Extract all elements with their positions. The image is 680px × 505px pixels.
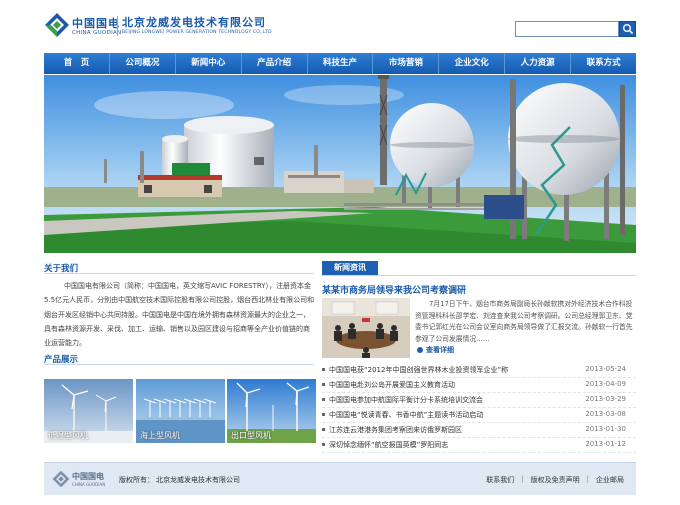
square-bullet-icon: [322, 428, 325, 431]
logo-text-en: CHINA GUODIAN: [72, 30, 122, 36]
footer-link-contact[interactable]: 联系我们: [486, 475, 514, 485]
nav-company-overview[interactable]: 公司概况: [110, 53, 176, 74]
news-item-title[interactable]: 中国国电获“2012年中国创强世界林木业投资领军企业”称: [329, 365, 508, 375]
news-item-title[interactable]: 中国国电赴刘公岛开展爱国主义教育活动: [329, 380, 455, 390]
about-text: 中国国电有限公司（简称：中国国电，英文缩写AVIC FORESTRY），注册资本…: [44, 282, 315, 348]
products-divider: [44, 364, 314, 365]
logo-divider: [117, 16, 118, 36]
guodian-logo-icon[interactable]: [44, 12, 70, 38]
product-card-export[interactable]: 出口型风机: [227, 379, 316, 443]
news-item-date: 2013-01-12: [585, 440, 626, 448]
product-caption: 海上型风机: [140, 431, 180, 440]
search-input[interactable]: [515, 21, 619, 37]
news-headline-link[interactable]: 某某市商务局领导来我公司考察调研: [322, 283, 466, 296]
news-item-date: 2013-05-24: [585, 365, 626, 373]
news-thumbnail[interactable]: [322, 298, 410, 358]
news-list-item[interactable]: 江苏连云港港务集团考察团来访俄罗斯园区 2013-01-30: [322, 423, 636, 438]
footer-links: 联系我们 | 版权及免责声明 | 企业邮局: [486, 475, 624, 485]
news-item-date: 2013-01-30: [585, 425, 626, 433]
footer-logo-text-cn: 中国国电: [72, 472, 104, 481]
company-name-en: BEIJING LONGWEI POWER GENERATION TECHNOL…: [122, 30, 272, 35]
copyright-owner: 北京龙威发电技术有限公司: [156, 476, 240, 484]
news-list-item[interactable]: 深切悼念缅怀“航空报国英模”罗阳同志 2013-01-12: [322, 438, 636, 453]
footer-link-disclaimer[interactable]: 版权及免责声明: [531, 475, 580, 485]
news-item-title[interactable]: 中国国电“悦读青春、书香中航”主题读书活动启动: [329, 410, 483, 420]
about-divider: [44, 273, 314, 274]
nav-home[interactable]: 首 页: [44, 53, 110, 74]
product-card-low-temp[interactable]: 低温型风机: [44, 379, 133, 443]
news-list-item[interactable]: 中国国电“悦读青春、书香中航”主题读书活动启动 2013-03-08: [322, 408, 636, 423]
view-details-label: 查看详细: [426, 346, 454, 354]
news-item-title[interactable]: 中国国电参加中航国际平衡计分卡系统培训交流会: [329, 395, 483, 405]
company-name-cn: 北京龙威发电技术有限公司: [122, 16, 266, 29]
search-button[interactable]: [619, 21, 636, 37]
square-bullet-icon: [322, 398, 325, 401]
footer-logo-icon: [52, 470, 70, 488]
copyright-label: 版权所有：: [119, 476, 154, 484]
nav-marketing[interactable]: 市场营销: [373, 53, 440, 74]
news-tab[interactable]: 新闻资讯: [322, 261, 378, 275]
search-icon: [623, 24, 634, 35]
news-divider: [322, 275, 636, 276]
logo-text-cn: 中国国电: [72, 17, 120, 30]
product-caption: 出口型风机: [231, 431, 271, 440]
news-list-item[interactable]: 中国国电参加中航国际平衡计分卡系统培训交流会 2013-03-29: [322, 393, 636, 408]
news-item-date: 2013-03-08: [585, 410, 626, 418]
site-header: 中国国电 CHINA GUODIAN 北京龙威发电技术有限公司 BEIJING …: [44, 10, 636, 46]
square-bullet-icon: [322, 383, 325, 386]
product-caption: 低温型风机: [48, 431, 88, 440]
footer-logo-text-en: CHINA GUODIAN: [72, 482, 106, 487]
site-footer: 中国国电 CHINA GUODIAN 版权所有： 北京龙威发电技术有限公司 联系…: [44, 462, 636, 495]
news-item-title[interactable]: 深切悼念缅怀“航空报国英模”罗阳同志: [329, 440, 448, 450]
nav-products[interactable]: 产品介绍: [242, 53, 308, 74]
footer-separator: |: [521, 475, 524, 483]
news-item-title[interactable]: 江苏连云港港务集团考察团来访俄罗斯园区: [329, 425, 462, 435]
square-bullet-icon: [322, 443, 325, 446]
nav-culture[interactable]: 企业文化: [439, 53, 506, 74]
news-list-item[interactable]: 中国国电赴刘公岛开展爱国主义教育活动 2013-04-09: [322, 378, 636, 393]
main-nav: 首 页 公司概况 新闻中心 产品介绍 科技生产 市场营销 企业文化 人力资源 联…: [44, 53, 636, 74]
news-item-date: 2013-03-29: [585, 395, 626, 403]
news-list: 中国国电获“2012年中国创强世界林木业投资领军企业”称 2013-05-24 …: [322, 363, 636, 453]
nav-tech-production[interactable]: 科技生产: [308, 53, 374, 74]
news-summary: 7月17日下午，烟台市商务局副局长孙献软携对外经济技术合作科投资管理科科长邵学宏…: [415, 300, 633, 343]
square-bullet-icon: [322, 413, 325, 416]
view-details-link[interactable]: 查看详细: [417, 345, 454, 355]
footer-separator: |: [586, 475, 589, 483]
hero-banner-image: [44, 75, 636, 253]
news-item-date: 2013-04-09: [585, 380, 626, 388]
nav-contact[interactable]: 联系方式: [571, 53, 636, 74]
nav-news-center[interactable]: 新闻中心: [176, 53, 242, 74]
product-card-offshore[interactable]: 海上型风机: [136, 379, 225, 443]
nav-hr[interactable]: 人力资源: [505, 53, 572, 74]
footer-link-mail[interactable]: 企业邮局: [596, 475, 624, 485]
square-bullet-icon: [322, 368, 325, 371]
news-list-item[interactable]: 中国国电获“2012年中国创强世界林木业投资领军企业”称 2013-05-24: [322, 363, 636, 378]
arrow-bullet-icon: [417, 347, 423, 353]
